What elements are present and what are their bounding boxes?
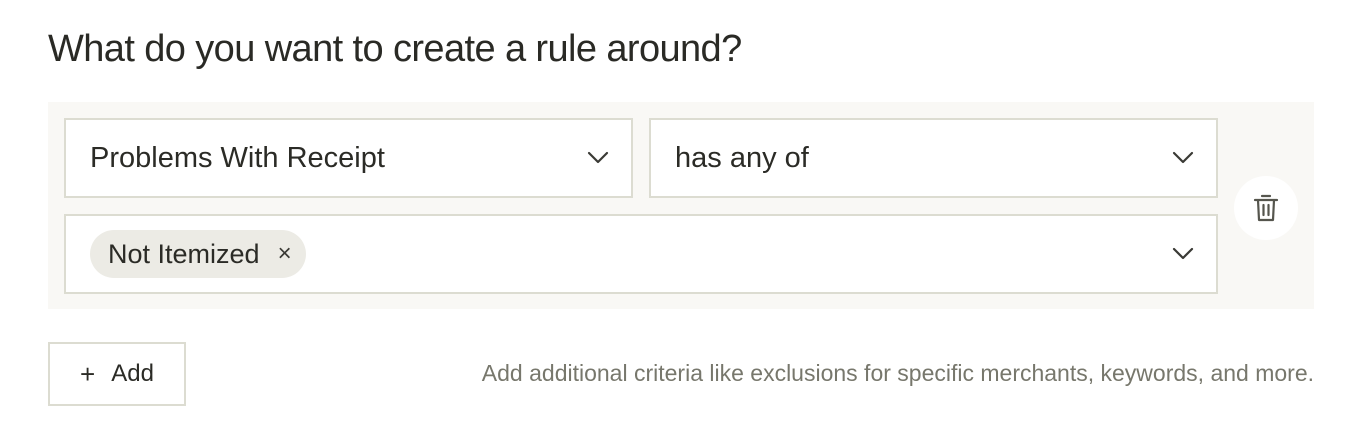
selected-value-chip: Not Itemized × [90,230,306,278]
delete-rule-button[interactable] [1234,176,1298,240]
chevron-down-icon [1172,151,1194,164]
rule-card: Problems With Receipt has any of Not Ite… [48,102,1314,309]
trash-icon [1253,194,1279,222]
chevron-down-icon [1172,247,1194,260]
close-icon[interactable]: × [278,242,292,266]
values-multiselect[interactable]: Not Itemized × [64,214,1218,294]
add-criteria-button[interactable]: + Add [48,342,186,406]
operator-select-value: has any of [675,141,809,174]
plus-icon: + [80,359,96,389]
add-criteria-hint: Add additional criteria like exclusions … [481,360,1314,386]
add-button-label: Add [111,360,154,387]
page-title: What do you want to create a rule around… [48,28,742,70]
criterion-select[interactable]: Problems With Receipt [64,118,633,198]
criterion-select-value: Problems With Receipt [90,141,385,174]
chip-label: Not Itemized [108,238,260,269]
operator-select[interactable]: has any of [649,118,1218,198]
chevron-down-icon [587,151,609,164]
